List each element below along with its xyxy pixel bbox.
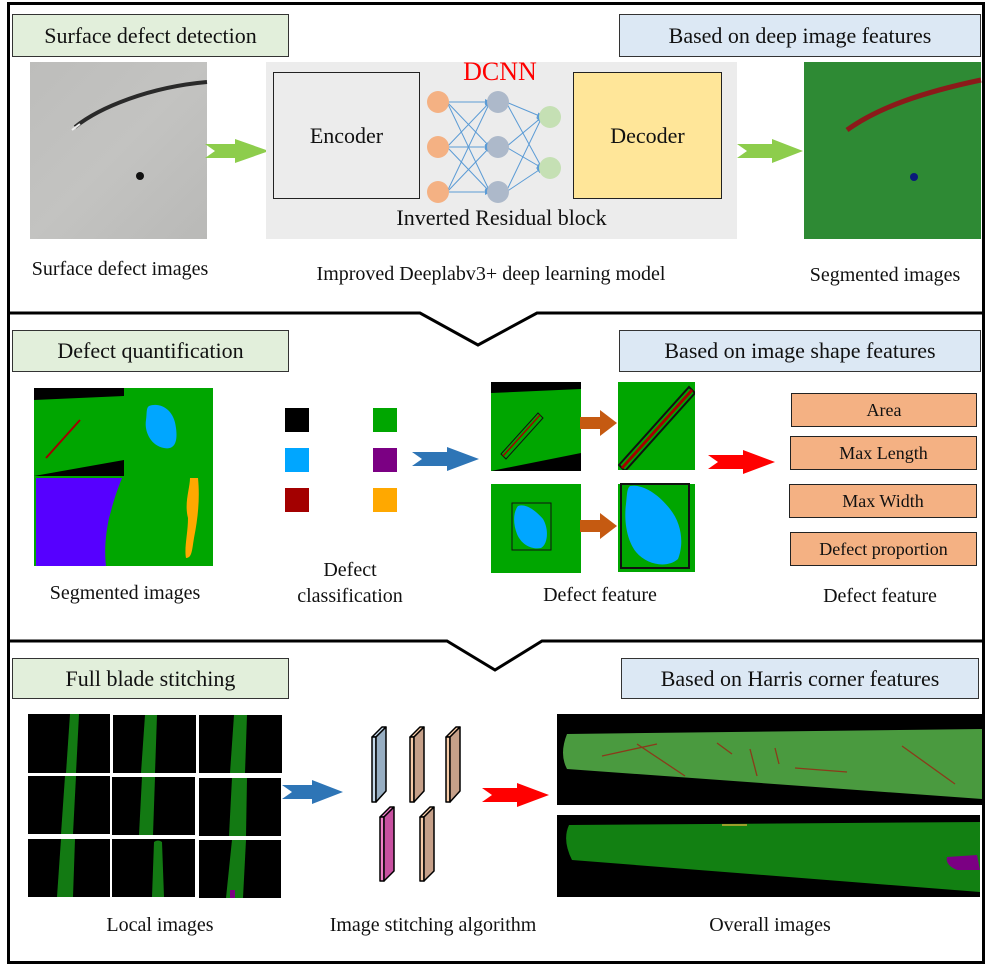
segmented-mosaic-image bbox=[34, 388, 213, 566]
section-title-quantification: Defect quantification bbox=[12, 330, 289, 372]
local-image-tile bbox=[28, 839, 110, 897]
local-image-tile bbox=[113, 715, 196, 773]
local-image-tile bbox=[112, 777, 195, 835]
dcnn-network-diagram bbox=[427, 91, 561, 203]
crack-bbox-zoom bbox=[618, 385, 695, 470]
inverted-residual-block-label: Inverted Residual block bbox=[396, 205, 607, 230]
caption-defect-feature-list: Defect feature bbox=[823, 585, 937, 607]
dcnn-label: DCNN bbox=[463, 57, 537, 86]
local-image-tile bbox=[199, 715, 282, 773]
spot-bbox-zoom bbox=[620, 483, 690, 569]
layer-tan-3 bbox=[419, 806, 435, 882]
class-swatch-green bbox=[373, 408, 397, 432]
stitching-layers-icon bbox=[371, 726, 461, 882]
local-image-tile bbox=[199, 840, 281, 898]
layer-magenta bbox=[379, 806, 395, 882]
section-title-detection: Surface defect detection bbox=[12, 14, 289, 57]
local-image-tile bbox=[28, 714, 110, 773]
layer-tan-1 bbox=[409, 726, 425, 803]
feature-defect-proportion: Defect proportion bbox=[790, 532, 977, 566]
decoder-block: Decoder bbox=[573, 72, 722, 199]
basis-tag-stitching: Based on Harris corner features bbox=[621, 658, 979, 699]
green-arrow-right-2 bbox=[737, 139, 803, 163]
caption-defect-classification-line1: Defect bbox=[323, 559, 377, 581]
section-title-stitching: Full blade stitching bbox=[12, 658, 289, 699]
green-arrow-right bbox=[205, 139, 269, 163]
local-image-tile bbox=[112, 839, 195, 897]
caption-local-images: Local images bbox=[106, 914, 214, 936]
basis-tag-detection: Based on deep image features bbox=[619, 14, 981, 57]
mosaic-regions bbox=[34, 388, 199, 566]
local-image-tile bbox=[199, 778, 281, 836]
blue-arrow-right bbox=[412, 447, 479, 471]
class-swatch-orange bbox=[373, 488, 397, 512]
basis-tag-quantification: Based on image shape features bbox=[619, 330, 981, 372]
surface-defect-image bbox=[30, 62, 208, 239]
feature-area: Area bbox=[791, 393, 977, 427]
spot-feature-zoom bbox=[618, 483, 695, 572]
caption-image-stitching-algorithm: Image stitching algorithm bbox=[329, 914, 537, 936]
encoder-block: Encoder bbox=[273, 72, 420, 199]
caption-defect-classification-line2: classification bbox=[297, 585, 403, 607]
layer-tan-2 bbox=[445, 726, 461, 803]
orange-arrow-right-1 bbox=[580, 410, 617, 436]
segmented-output-image bbox=[804, 62, 982, 239]
overall-blade-image-1 bbox=[557, 714, 982, 805]
blade-1-shape bbox=[563, 729, 982, 799]
class-swatch-cyan bbox=[285, 448, 309, 472]
crack-feature-crop bbox=[491, 382, 581, 471]
caption-model: Improved Deeplabv3+ deep learning model bbox=[316, 263, 666, 285]
red-arrow-right-2 bbox=[482, 783, 549, 807]
hidden-nodes bbox=[487, 91, 509, 203]
class-swatch-purple bbox=[373, 448, 397, 472]
overall-blade-image-2 bbox=[557, 815, 980, 897]
spot-feature-crop bbox=[491, 484, 581, 573]
segmented-crack bbox=[845, 77, 982, 181]
crack-bbox bbox=[491, 382, 581, 471]
crack-defect bbox=[71, 80, 208, 180]
caption-segmented-images-1: Segmented images bbox=[809, 264, 961, 286]
local-image-tile bbox=[28, 776, 110, 834]
feature-max-length: Max Length bbox=[790, 436, 977, 470]
crack-feature-zoom bbox=[618, 382, 695, 470]
class-swatch-darkred bbox=[285, 488, 309, 512]
input-nodes bbox=[427, 91, 449, 203]
output-nodes bbox=[539, 106, 561, 179]
caption-defect-feature-images: Defect feature bbox=[543, 584, 657, 606]
orange-arrow-right-2 bbox=[580, 513, 617, 539]
spot-bbox bbox=[511, 502, 552, 551]
caption-segmented-images-2: Segmented images bbox=[49, 582, 201, 604]
feature-max-width: Max Width bbox=[789, 484, 977, 518]
caption-surface-defect-images: Surface defect images bbox=[31, 258, 209, 280]
caption-defect-classification: Defect classification bbox=[260, 557, 440, 609]
layer-blue bbox=[371, 726, 387, 803]
blue-arrow-right-2 bbox=[282, 780, 343, 804]
caption-overall-images: Overall images bbox=[709, 914, 831, 936]
class-swatch-black bbox=[285, 408, 309, 432]
red-arrow-right bbox=[708, 450, 775, 474]
blade-2-shape bbox=[566, 822, 980, 892]
